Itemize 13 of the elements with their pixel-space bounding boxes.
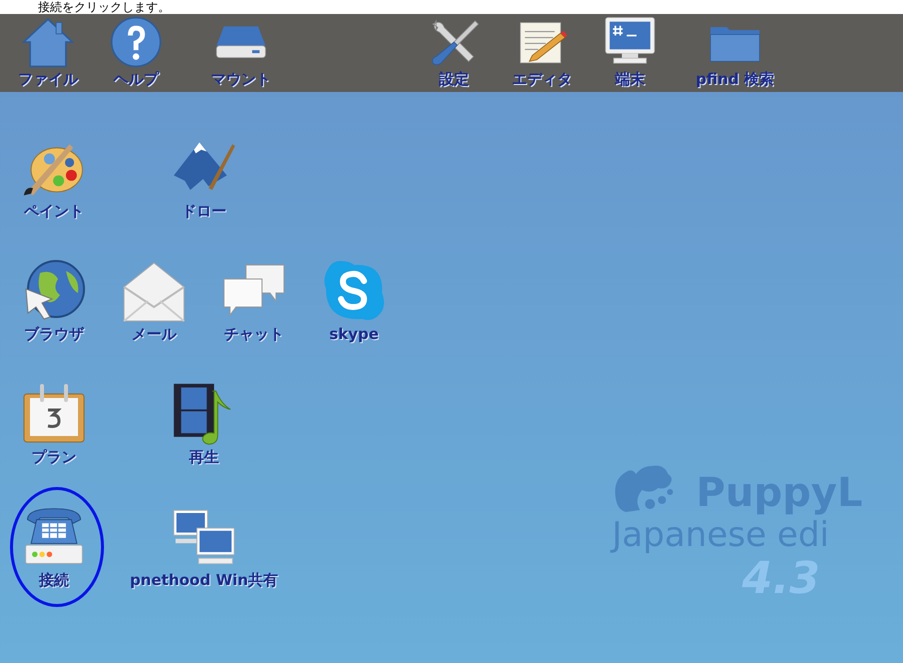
icon-label[interactable]: skype [329,325,379,343]
icon-label[interactable]: ドロー [182,202,226,221]
icon-label[interactable]: プラン [32,448,76,467]
icon-label[interactable]: ブラウザ [24,325,84,344]
icon-label[interactable]: メール [132,325,176,344]
caption-text: 接続をクリックします。 [37,0,170,14]
icon-label[interactable]: ペイント [24,202,84,221]
skype-logo-icon[interactable] [322,259,386,323]
icon-label[interactable]: 接続 [39,571,69,590]
icon-label[interactable]: 再生 [189,448,219,467]
icon-label[interactable]: チャット [224,325,284,344]
help-icon[interactable] [110,16,162,68]
icon-label[interactable]: pnethood Win共有 [130,571,278,590]
